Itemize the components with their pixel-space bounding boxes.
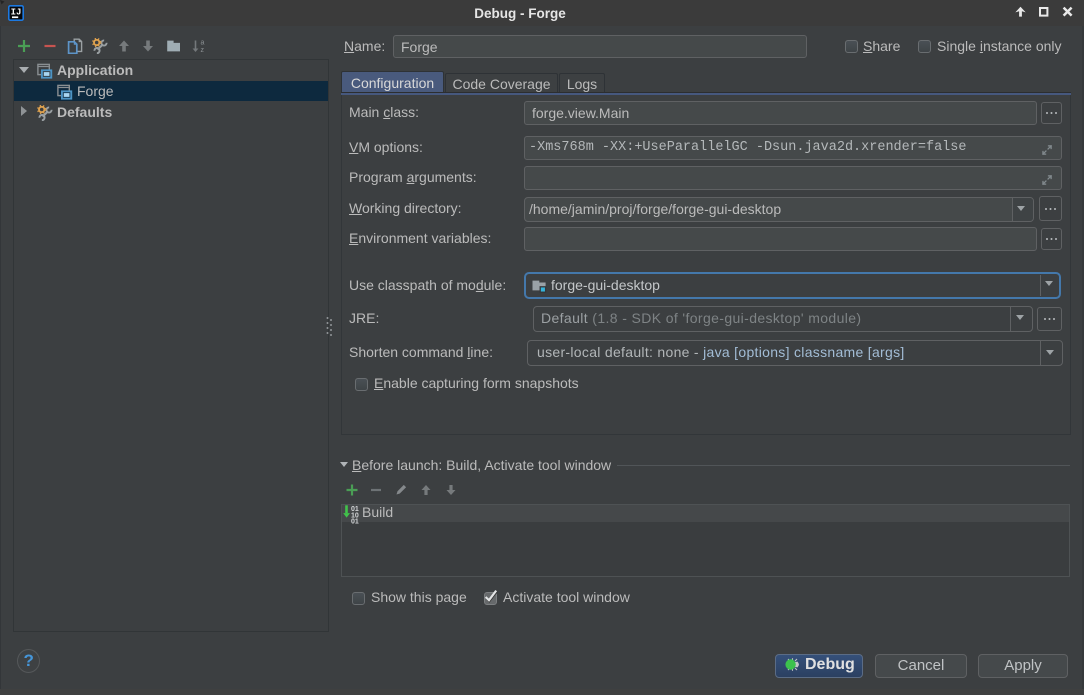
svg-text:IJ: IJ xyxy=(11,8,22,18)
svg-text:01: 01 xyxy=(351,519,359,524)
svg-text:a: a xyxy=(201,40,205,47)
svg-text:z: z xyxy=(201,47,205,54)
